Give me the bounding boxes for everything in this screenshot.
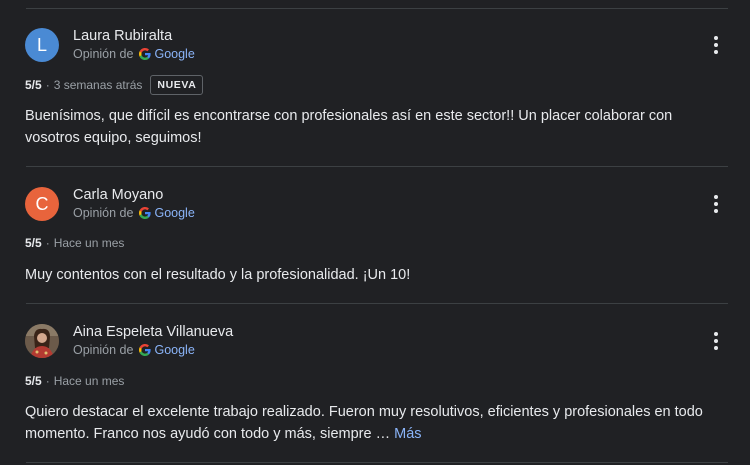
review-text: Buenísimos, que difícil es encontrarse c…: [25, 108, 673, 146]
profile-photo-icon: [25, 324, 59, 358]
author-name[interactable]: Laura Rubiralta: [73, 28, 172, 44]
rating: 5/5: [25, 236, 42, 250]
review-time: Hace un mes: [53, 374, 125, 388]
review-list: L Laura Rubiralta Opinión de Google 5/5 …: [0, 0, 750, 465]
rating: 5/5: [25, 374, 42, 388]
separator: ·: [45, 236, 50, 250]
review-meta: 5/5 · Hace un mes: [25, 370, 124, 392]
divider: [26, 303, 728, 304]
review-text-body: Quiero destacar el excelente trabajo rea…: [25, 404, 703, 442]
review-text: Quiero destacar el excelente trabajo rea…: [25, 401, 715, 445]
review-meta: 5/5 · Hace un mes: [25, 232, 124, 254]
review-text: Muy contentos con el resultado y la prof…: [25, 267, 411, 283]
source-prefix: Opinión de: [73, 206, 134, 220]
author-name[interactable]: Carla Moyano: [73, 187, 163, 203]
avatar[interactable]: C: [25, 187, 59, 221]
separator: ·: [45, 78, 50, 92]
review-time: Hace un mes: [53, 236, 125, 250]
source-prefix: Opinión de: [73, 343, 134, 357]
google-label: Google: [154, 343, 195, 357]
avatar[interactable]: L: [25, 28, 59, 62]
review-source: Opinión de Google: [73, 47, 195, 61]
separator: ·: [45, 374, 50, 388]
divider: [26, 166, 728, 167]
review-meta: 5/5 · 3 semanas atrás NUEVA: [25, 73, 204, 97]
review-source: Opinión de Google: [73, 206, 195, 220]
read-more-link[interactable]: Más: [394, 426, 421, 442]
source-prefix: Opinión de: [73, 47, 134, 61]
divider: [26, 8, 728, 9]
google-icon: [139, 344, 152, 356]
google-label: Google: [154, 206, 195, 220]
divider: [26, 462, 728, 463]
google-icon: [139, 207, 152, 219]
avatar[interactable]: [25, 324, 59, 358]
review-time: 3 semanas atrás: [53, 78, 143, 92]
more-options-icon[interactable]: [706, 329, 726, 353]
more-options-icon[interactable]: [706, 192, 726, 216]
google-label: Google: [154, 47, 195, 61]
new-badge: NUEVA: [150, 75, 204, 95]
review-source: Opinión de Google: [73, 343, 195, 357]
more-options-icon[interactable]: [706, 33, 726, 57]
author-name[interactable]: Aina Espeleta Villanueva: [73, 324, 233, 340]
rating: 5/5: [25, 78, 42, 92]
google-icon: [139, 48, 152, 60]
